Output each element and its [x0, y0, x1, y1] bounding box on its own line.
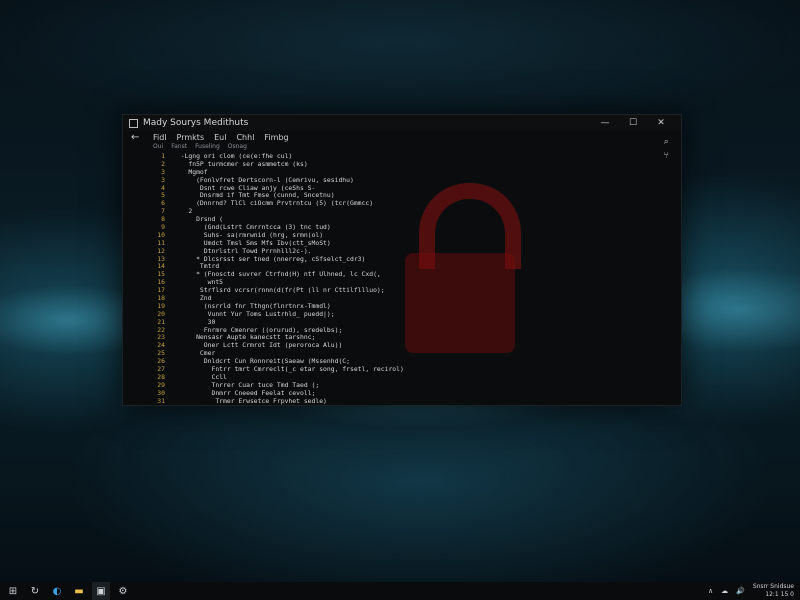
- clock-line-2: 12:1 15 0: [765, 591, 794, 598]
- code-line: 20 Vunnt Yur Toms Lustrhld_ puedd|);: [147, 310, 671, 319]
- code-line: 13 * Dlcsrsst ser tned (nnerreg, cSfselc…: [147, 255, 671, 264]
- close-button[interactable]: ✕: [647, 115, 675, 131]
- window-controls: — ☐ ✕: [591, 115, 675, 131]
- code-line: 6 (Dnnrnd? TlCl ciOcmm Prvtrntcu (5) (tc…: [147, 199, 671, 208]
- menu-item-file[interactable]: Fidl: [153, 133, 167, 142]
- minimize-button[interactable]: —: [591, 115, 619, 131]
- app-icon: [129, 118, 138, 128]
- clock-line-1: Snsrr Snidsue: [752, 583, 794, 590]
- windows-start-icon[interactable]: ⊞: [4, 582, 22, 600]
- code-line: 15 * (Fnosctd suvrer Ctrfnd(H) ntf Ulhne…: [147, 270, 671, 279]
- tray-chevron-icon[interactable]: ∧: [708, 587, 713, 595]
- line-text: Znrl: [208, 405, 223, 406]
- edge-browser-icon[interactable]: ◐: [48, 582, 66, 600]
- code-editor[interactable]: 1 -Lgng ori clom (ce(e:fhe cul) 2 fn5P tu…: [147, 152, 671, 405]
- code-lines: 1 -Lgng ori clom (ce(e:fhe cul) 2 fn5P tu…: [147, 152, 671, 406]
- code-line: 31 Trmer Erwsetce Frpvhet sedle): [147, 397, 671, 405]
- menu-item-edit[interactable]: Eul: [214, 133, 226, 142]
- menu-bar: ← Fidl Prmkts Eul Chhl Fimbg: [123, 131, 681, 143]
- menu-item-prompts[interactable]: Prmkts: [177, 133, 205, 142]
- maximize-button[interactable]: ☐: [619, 115, 647, 131]
- code-line: 2 fn5P turmcmer ser asmmetcm (ks): [147, 160, 671, 169]
- taskbar: ⊞ ↻ ◐ ▬ ▣ ⚙ ∧ ☁ 🔊 Snsrr Snidsue 12:1 15 …: [0, 582, 800, 600]
- volume-icon[interactable]: 🔊: [736, 587, 745, 595]
- refresh-icon[interactable]: ↻: [26, 582, 44, 600]
- cloud-icon[interactable]: ☁: [721, 587, 728, 595]
- editor-window: Mady Sourys Medithuts — ☐ ✕ ← Fidl Prmkt…: [122, 114, 682, 406]
- line-number: 32: [157, 405, 165, 406]
- code-line: 7 2: [147, 207, 671, 216]
- search-icon[interactable]: ⌕: [664, 135, 669, 149]
- code-line: 24 Oner Lctt Crmrot Idt (peroroca Alu)): [147, 341, 671, 350]
- code-line: 32 Znrl: [157, 405, 223, 406]
- menu-item-debug[interactable]: Fimbg: [264, 133, 288, 142]
- code-line: 17 Strflsrd vcrsr(rnnn(d(fr(Pt (ll nr Ct…: [147, 286, 671, 295]
- store-icon[interactable]: ▣: [92, 582, 110, 600]
- menu-item-chhl[interactable]: Chhl: [236, 133, 254, 142]
- file-explorer-icon[interactable]: ▬: [70, 582, 88, 600]
- back-arrow-icon[interactable]: ←: [131, 132, 145, 143]
- line-text: (Dnnrnd? TlCl ciOcmm Prvtrntcu (5) (tcr(…: [173, 199, 374, 208]
- clock[interactable]: Snsrr Snidsue 12:1 15 0: [753, 583, 794, 599]
- settings-icon[interactable]: ⚙: [114, 582, 132, 600]
- title-bar: Mady Sourys Medithuts — ☐ ✕: [123, 115, 681, 131]
- window-title: Mady Sourys Medithuts: [143, 118, 249, 128]
- system-tray: ∧ ☁ 🔊 Snsrr Snidsue 12:1 15 0: [700, 582, 794, 600]
